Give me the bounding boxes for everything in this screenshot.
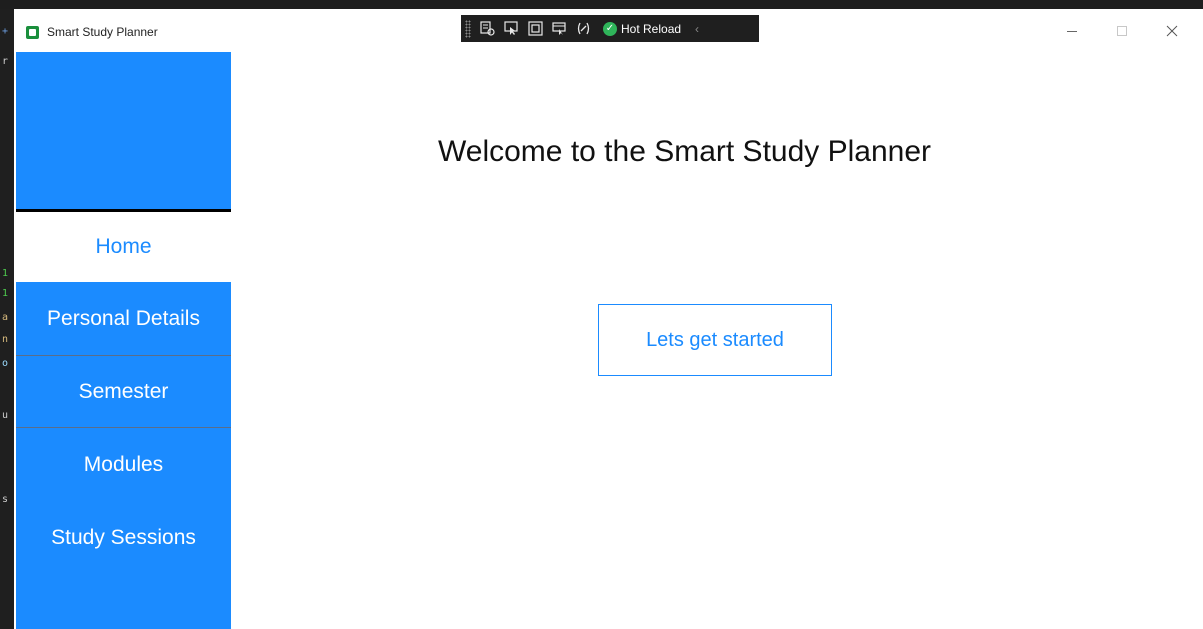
screen: + r 1 1 a n o u s Smart Study Planner ✓ …: [0, 0, 1203, 629]
title-bar[interactable]: Smart Study Planner ✓ Hot Reload ‹: [14, 9, 1203, 52]
minimize-icon[interactable]: [1057, 21, 1087, 41]
xaml-debug-toolbar: ✓ Hot Reload ‹: [461, 15, 759, 42]
select-element-icon[interactable]: [503, 21, 519, 37]
display-layout-adorners-icon[interactable]: [527, 21, 543, 37]
sidebar: Home Personal Details Semester Modules S…: [16, 52, 231, 629]
editor-glyph: r: [2, 56, 9, 67]
track-focus-icon[interactable]: [551, 21, 567, 37]
sidebar-item-personal-details[interactable]: Personal Details: [16, 282, 231, 356]
binding-failures-icon[interactable]: [575, 21, 591, 37]
editor-glyph: o: [2, 358, 9, 369]
maximize-icon[interactable]: [1107, 21, 1137, 41]
sidebar-item-home[interactable]: Home: [16, 212, 231, 282]
editor-glyph: 1: [2, 268, 9, 279]
editor-sliver: + r 1 1 a n o u s: [0, 9, 14, 629]
sidebar-item-modules[interactable]: Modules: [16, 429, 231, 501]
editor-glyph: 1: [2, 288, 9, 299]
page-title: Welcome to the Smart Study Planner: [438, 135, 932, 168]
toolbar-grip-icon[interactable]: [465, 19, 471, 38]
sidebar-item-semester[interactable]: Semester: [16, 356, 231, 428]
editor-glyph: s: [2, 494, 9, 505]
live-visual-tree-icon[interactable]: [479, 21, 495, 37]
top-strip: [0, 0, 1203, 9]
editor-glyph: n: [2, 334, 9, 345]
window-title: Smart Study Planner: [47, 25, 158, 39]
hot-reload-label[interactable]: Hot Reload: [621, 22, 681, 36]
editor-glyph: a: [2, 312, 9, 323]
get-started-button[interactable]: Lets get started: [598, 304, 832, 376]
editor-glyph: u: [2, 410, 9, 421]
app-window: Smart Study Planner ✓ Hot Reload ‹ Home …: [14, 9, 1203, 629]
hot-reload-status-icon: ✓: [603, 21, 617, 36]
close-icon[interactable]: [1157, 21, 1187, 41]
editor-glyph: +: [2, 26, 9, 37]
sidebar-item-study-sessions[interactable]: Study Sessions: [16, 502, 231, 574]
app-icon: [26, 26, 39, 39]
collapse-toolbar-icon[interactable]: ‹: [695, 22, 699, 36]
sidebar-header: [16, 52, 231, 212]
